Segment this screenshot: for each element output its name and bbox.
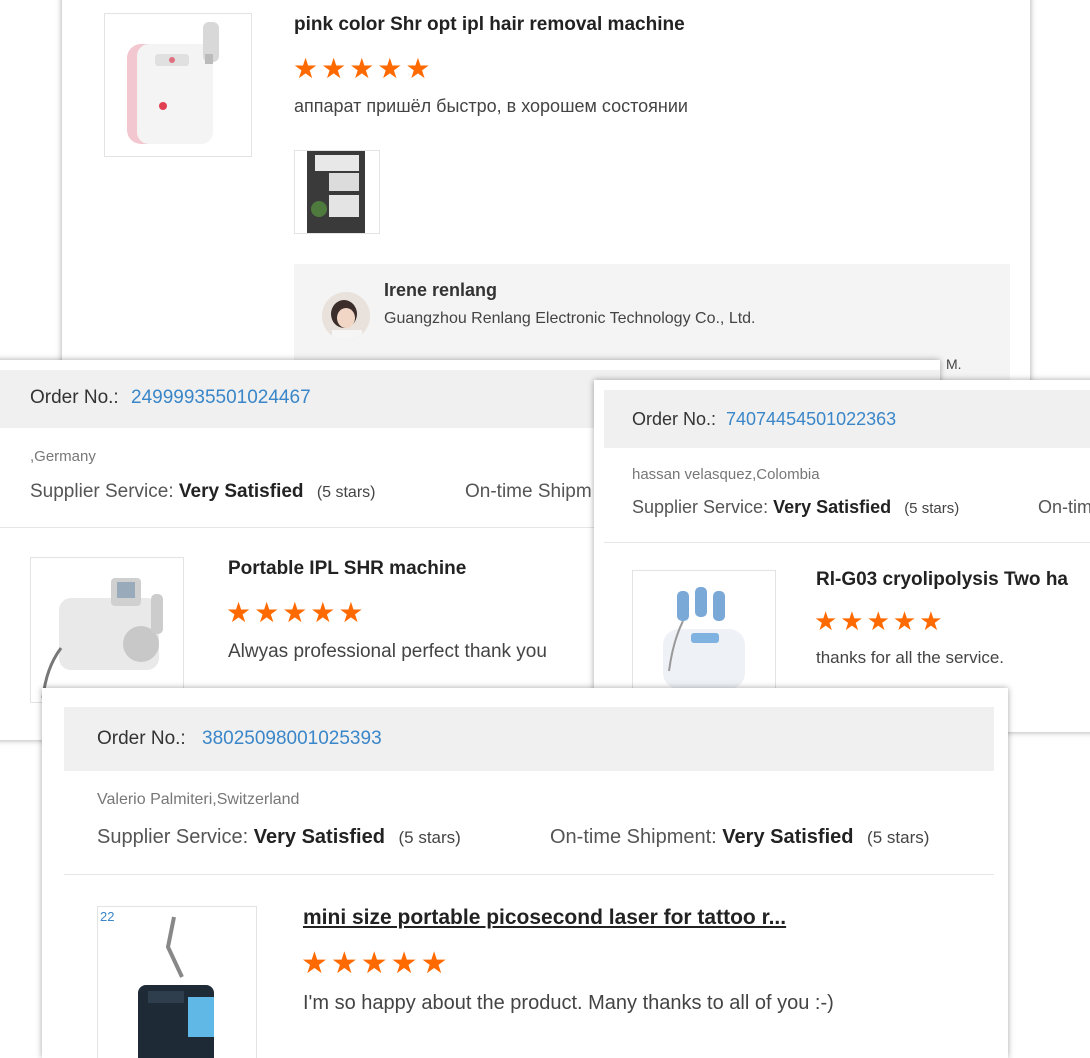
order-number-link[interactable]: 74074454501022363: [726, 409, 896, 430]
supplier-service-label: Supplier Service:: [30, 481, 174, 502]
rating-stars: ★★★★★: [226, 597, 367, 628]
product-thumbnail[interactable]: 22: [97, 906, 257, 1058]
product-title-link[interactable]: mini size portable picosecond laser for …: [303, 906, 786, 930]
product-thumbnail[interactable]: [104, 13, 252, 157]
buyer-location: ,Germany: [30, 448, 96, 465]
supplier-service-value: Very Satisfied: [178, 481, 304, 502]
review-text: Alwyas professional perfect thank you: [228, 641, 547, 662]
svg-text:22: 22: [100, 909, 114, 924]
review-card-top: pink color Shr opt ipl hair removal mach…: [62, 0, 1030, 390]
ipl-machine-image: [127, 22, 219, 144]
product-title[interactable]: Rl-G03 cryolipolysis Two ha: [816, 569, 1068, 591]
order-label: Order No.:: [632, 409, 717, 429]
rating-stars: ★★★★★: [293, 53, 434, 84]
order-header: Order No.: 74074454501022363: [604, 390, 1090, 448]
supplier-service-label: Supplier Service:: [632, 497, 769, 517]
reply-company: Guangzhou Renlang Electronic Technology …: [384, 310, 756, 327]
supplier-service-label: Supplier Service:: [97, 826, 249, 848]
order-label: Order No.:: [97, 728, 186, 749]
shipment-label: On-tim: [1038, 497, 1090, 517]
supplier-service-rating: Supplier Service: Very Satisfied (5 star…: [632, 497, 959, 518]
rating-stars: ★★★★★: [301, 947, 451, 980]
shipment-label: On-time Shipment:: [550, 826, 717, 848]
product-thumbnail[interactable]: [30, 557, 184, 703]
supplier-service-stars: (5 stars): [316, 484, 376, 501]
order-number-link[interactable]: 38025098001025393: [202, 728, 382, 750]
rating-stars: ★★★★★: [814, 606, 946, 636]
review-text: аппарат пришёл быстро, в хорошем состоян…: [294, 96, 688, 116]
order-header: Order No.: 38025098001025393: [64, 707, 994, 771]
review-card-switzerland: Order No.: 38025098001025393 Valerio Pal…: [42, 688, 1008, 1058]
review-photo-image: [307, 151, 365, 233]
shipment-label: On-time Shipm: [465, 481, 592, 502]
buyer-location: Valerio Palmiteri,Switzerland: [97, 791, 300, 808]
order-label: Order No.:: [30, 387, 119, 408]
divider: [64, 874, 994, 875]
review-text: thanks for all the service.: [816, 648, 1005, 667]
avatar: [322, 292, 370, 340]
supplier-service-stars: (5 stars): [398, 828, 461, 847]
reply-name: Irene renlang: [384, 280, 498, 300]
product-title[interactable]: Portable IPL SHR machine: [228, 558, 466, 580]
supplier-service-value: Very Satisfied: [773, 497, 892, 517]
divider: [604, 542, 1090, 543]
supplier-service-rating: Supplier Service: Very Satisfied (5 star…: [97, 826, 461, 849]
reply-cut-text: M.: [946, 356, 962, 372]
buyer-location: hassan velasquez,Colombia: [632, 466, 820, 483]
review-card-colombia: Order No.: 74074454501022363 hassan vela…: [594, 380, 1090, 732]
picosecond-laser-image: 22: [100, 909, 214, 1058]
order-number-link[interactable]: 24999935501024467: [131, 387, 311, 409]
review-photo[interactable]: [294, 150, 380, 234]
supplier-service-rating: Supplier Service: Very Satisfied (5 star…: [30, 481, 375, 503]
shipment-rating: On-time Shipment: Very Satisfied (5 star…: [550, 826, 929, 849]
review-text: I'm so happy about the product. Many tha…: [303, 992, 834, 1014]
supplier-service-stars: (5 stars): [904, 500, 960, 517]
product-title[interactable]: pink color Shr opt ipl hair removal mach…: [294, 14, 685, 36]
supplier-service-value: Very Satisfied: [253, 826, 385, 848]
shipment-value: Very Satisfied: [722, 826, 854, 848]
shipment-stars: (5 stars): [867, 828, 930, 847]
ipl-shr-machine-image: [41, 578, 163, 699]
